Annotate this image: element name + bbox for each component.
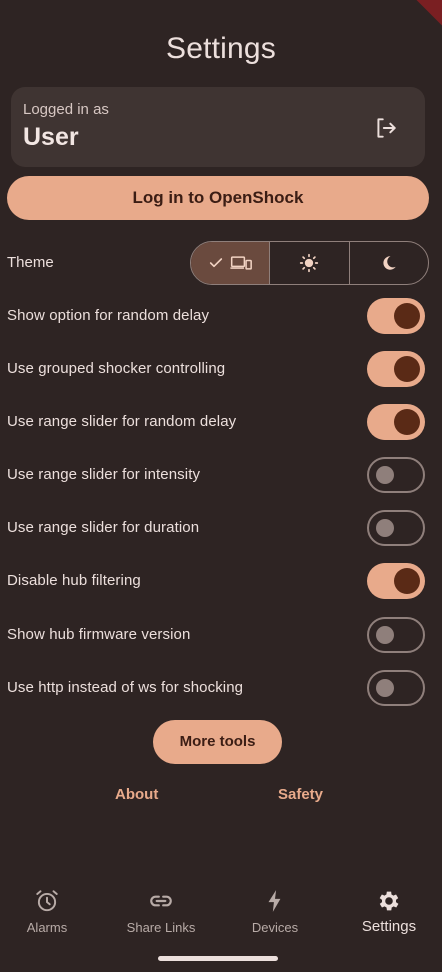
more-tools-button[interactable]: More tools bbox=[153, 720, 282, 764]
home-indicator bbox=[158, 956, 278, 961]
toggle-row-range-intensity: Use range slider for intensity bbox=[0, 453, 442, 497]
switch-knob bbox=[376, 466, 394, 484]
toggle-row-hub-filtering: Disable hub filtering bbox=[0, 559, 442, 603]
toggle-switch-range-random-delay[interactable] bbox=[367, 404, 425, 440]
link-icon bbox=[150, 895, 172, 907]
nav-item-share-links[interactable]: Share Links bbox=[106, 888, 216, 935]
devices-icon bbox=[230, 256, 253, 270]
sun-icon bbox=[300, 253, 319, 273]
account-caption: Logged in as bbox=[23, 101, 109, 118]
toggle-label: Show option for random delay bbox=[7, 307, 210, 324]
toggle-switch-hub-filtering[interactable] bbox=[367, 563, 425, 599]
toggle-switch-hub-firmware[interactable] bbox=[367, 617, 425, 653]
nav-label-alarms: Alarms bbox=[26, 920, 68, 935]
toggle-switch-http-shocking[interactable] bbox=[367, 670, 425, 706]
corner-decoration bbox=[416, 0, 442, 26]
gear-icon bbox=[379, 891, 399, 911]
toggle-row-http-shocking: Use http instead of ws for shocking bbox=[0, 666, 442, 710]
switch-knob bbox=[376, 626, 394, 644]
bolt-icon bbox=[268, 890, 281, 912]
nav-label-settings: Settings bbox=[361, 918, 417, 935]
theme-label: Theme bbox=[7, 254, 54, 271]
nav-label-devices: Devices bbox=[251, 920, 299, 935]
toggle-row-range-random-delay: Use range slider for random delay bbox=[0, 400, 442, 444]
logout-button[interactable] bbox=[373, 115, 399, 141]
toggle-label: Disable hub filtering bbox=[7, 572, 141, 589]
nav-label-share-links: Share Links bbox=[126, 920, 196, 935]
toggle-row-random-delay: Show option for random delay bbox=[0, 294, 442, 338]
toggle-row-grouped-shocker: Use grouped shocker controlling bbox=[0, 347, 442, 391]
theme-option-light[interactable] bbox=[269, 242, 348, 284]
about-link[interactable]: About bbox=[115, 786, 158, 803]
logout-icon bbox=[377, 118, 396, 138]
switch-knob bbox=[394, 303, 420, 329]
theme-option-dark[interactable] bbox=[348, 242, 428, 284]
account-username: User bbox=[23, 123, 79, 151]
nav-item-alarms[interactable]: Alarms bbox=[0, 888, 102, 935]
toggle-switch-grouped-shocker[interactable] bbox=[367, 351, 425, 387]
toggle-label: Use range slider for random delay bbox=[7, 413, 237, 430]
theme-row: Theme bbox=[0, 241, 442, 285]
switch-knob bbox=[394, 409, 420, 435]
toggle-switch-range-duration[interactable] bbox=[367, 510, 425, 546]
toggle-row-range-duration: Use range slider for duration bbox=[0, 506, 442, 550]
page-title: Settings bbox=[166, 32, 276, 65]
account-card: Logged in as User bbox=[11, 87, 425, 167]
moon-icon bbox=[383, 256, 396, 270]
toggle-switch-range-intensity[interactable] bbox=[367, 457, 425, 493]
toggle-label: Use range slider for duration bbox=[7, 519, 200, 536]
theme-selector bbox=[190, 241, 429, 285]
check-icon bbox=[210, 258, 223, 268]
switch-knob bbox=[394, 356, 420, 382]
theme-option-system[interactable] bbox=[191, 242, 270, 284]
toggle-label: Use grouped shocker controlling bbox=[7, 360, 226, 377]
safety-link[interactable]: Safety bbox=[278, 786, 323, 803]
nav-item-devices[interactable]: Devices bbox=[220, 888, 330, 935]
nav-item-settings[interactable]: Settings bbox=[334, 888, 442, 935]
switch-knob bbox=[376, 679, 394, 697]
toggle-row-hub-firmware: Show hub firmware version bbox=[0, 613, 442, 657]
toggle-label: Show hub firmware version bbox=[7, 626, 191, 643]
login-openshock-button[interactable]: Log in to OpenShock bbox=[7, 176, 429, 220]
switch-knob bbox=[394, 568, 420, 594]
toggle-label: Use range slider for intensity bbox=[7, 466, 201, 483]
alarm-icon bbox=[36, 890, 58, 912]
toggle-switch-random-delay[interactable] bbox=[367, 298, 425, 334]
switch-knob bbox=[376, 519, 394, 537]
toggle-label: Use http instead of ws for shocking bbox=[7, 679, 244, 696]
